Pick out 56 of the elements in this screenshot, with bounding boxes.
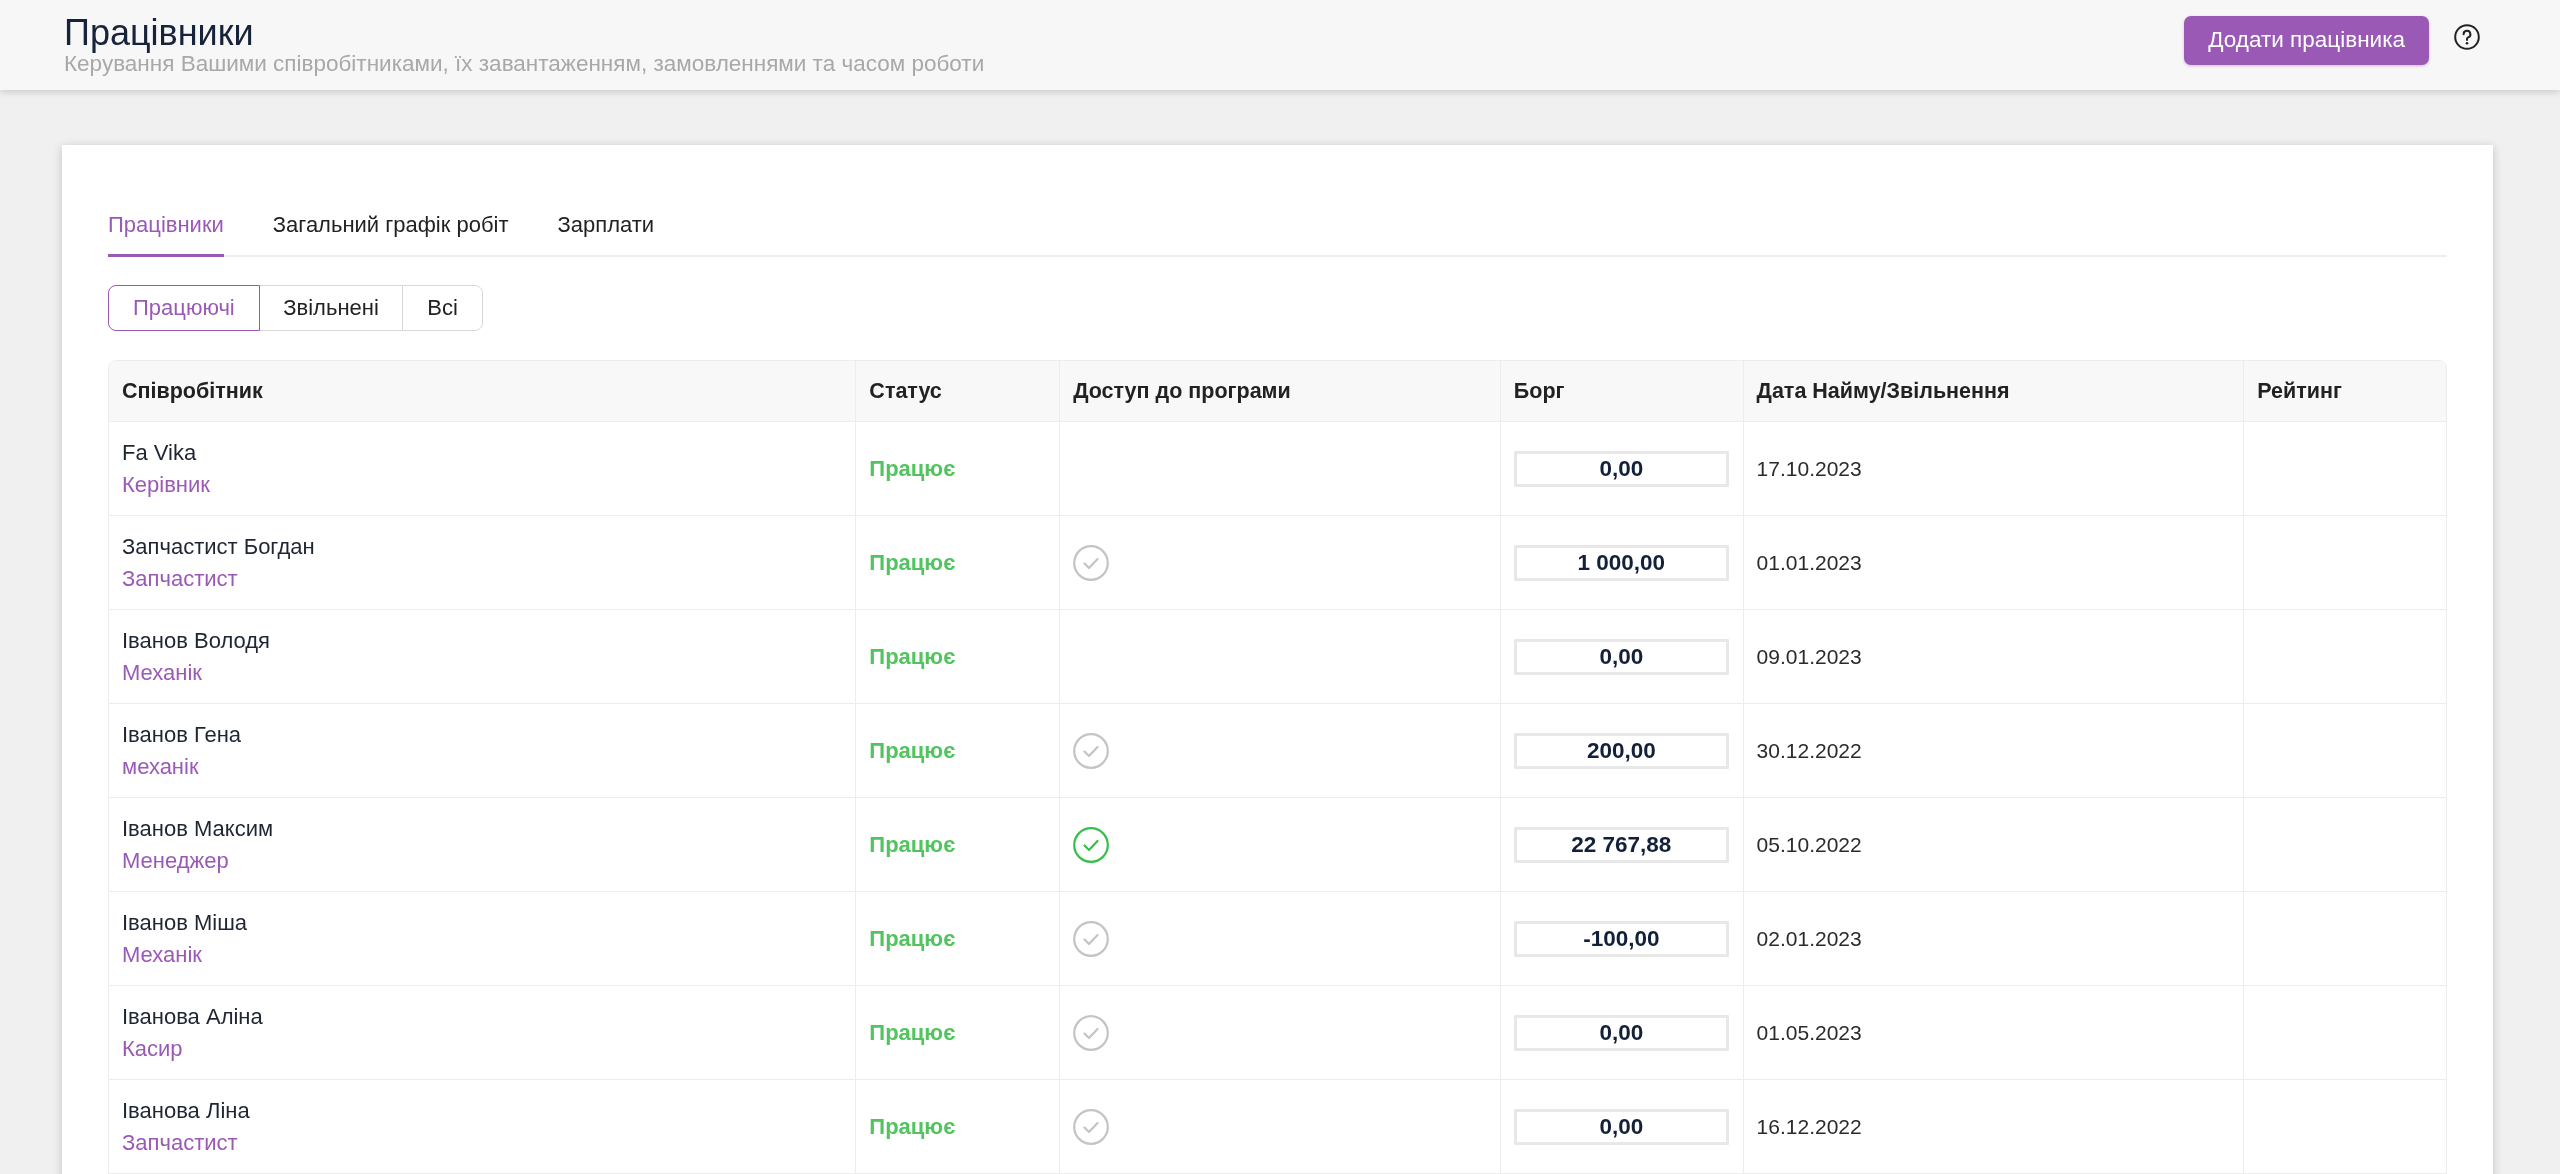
date-text: 17.10.2023: [1756, 456, 1862, 481]
status-text: Працює: [869, 455, 956, 482]
tab[interactable]: Загальний графік робіт: [272, 211, 509, 257]
employee-role: Запчастист: [122, 1128, 238, 1157]
debt-field[interactable]: 0,00: [1513, 1014, 1729, 1051]
status-text: Працює: [869, 643, 956, 670]
employee-role: Керівник: [122, 470, 210, 499]
page-title: Працівники: [64, 14, 255, 52]
column-header: Рейтинг: [2257, 378, 2342, 404]
employee-name: Іванов Гена: [122, 720, 242, 749]
status-text: Працює: [869, 925, 956, 952]
debt-field[interactable]: 200,00: [1513, 732, 1729, 769]
employee-role: Механік: [122, 658, 202, 687]
status-text: Працює: [869, 831, 956, 858]
debt-field[interactable]: -100,00: [1513, 920, 1729, 957]
employee-name: Іванова Аліна: [122, 1002, 263, 1031]
debt-field[interactable]: 22 767,88: [1513, 826, 1729, 863]
employee-name: Запчастист Богдан: [122, 532, 315, 561]
filter-button[interactable]: Звільнені: [258, 285, 404, 331]
employee-name: Fa Vika: [122, 438, 197, 467]
status-text: Працює: [869, 549, 956, 576]
status-text: Працює: [869, 1019, 956, 1046]
debt-field[interactable]: 1 000,00: [1513, 544, 1729, 581]
date-text: 02.01.2023: [1756, 926, 1862, 951]
page-subtitle: Керування Вашими співробітниками, їх завантаженням, замовленнями та часом роботи: [64, 52, 986, 76]
status-text: Працює: [869, 737, 956, 764]
date-text: 01.05.2023: [1756, 1020, 1862, 1045]
employee-name: Іванова Ліна: [122, 1096, 250, 1125]
employee-role: Механік: [122, 940, 202, 969]
employee-role: Касир: [122, 1034, 183, 1063]
column-header: Доступ до програми: [1073, 378, 1291, 404]
tab[interactable]: Працівники: [108, 211, 224, 257]
status-text: Працює: [869, 1113, 956, 1140]
help-icon[interactable]: [2454, 24, 2480, 50]
employee-name: Іванов Володя: [122, 626, 270, 655]
date-text: 16.12.2022: [1756, 1114, 1862, 1139]
date-text: 09.01.2023: [1756, 644, 1862, 669]
employee-name: Іванов Міша: [122, 908, 248, 937]
date-text: 05.10.2022: [1756, 832, 1862, 857]
date-text: 01.01.2023: [1756, 550, 1862, 575]
debt-field[interactable]: 0,00: [1513, 638, 1729, 675]
filter-button[interactable]: Всі: [402, 285, 483, 331]
column-header: Дата Найму/Звільнення: [1756, 378, 2010, 404]
employee-role: Запчастист: [122, 564, 238, 593]
filter-button[interactable]: Працюючі: [108, 285, 260, 331]
employee-role: механік: [122, 752, 199, 781]
debt-field[interactable]: 0,00: [1513, 450, 1729, 487]
column-header: Статус: [869, 378, 942, 404]
employee-name: Іванов Максим: [122, 814, 274, 843]
tab[interactable]: Зарплати: [557, 211, 655, 257]
column-header: Співробітник: [122, 378, 263, 404]
date-text: 30.12.2022: [1756, 738, 1862, 763]
employee-role: Менеджер: [122, 846, 229, 875]
add-employee-button[interactable]: Додати працівника: [2184, 15, 2429, 65]
debt-field[interactable]: 0,00: [1513, 1108, 1729, 1145]
column-header: Борг: [1513, 378, 1565, 404]
